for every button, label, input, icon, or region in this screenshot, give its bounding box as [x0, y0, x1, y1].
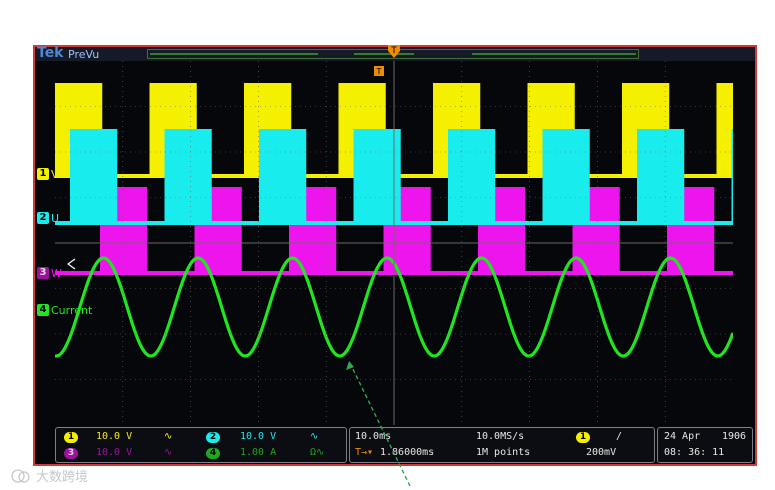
- trigger-marker-icon: T: [374, 66, 384, 76]
- channel-scale-panel[interactable]: 1 10.0 V ∿ 2 10.0 V ∿ 3 10.0 V ∿ 4 1.00 …: [55, 427, 347, 463]
- ch3-coupling-icon: ∿: [164, 447, 173, 458]
- ch3-marker[interactable]: 3W: [37, 267, 62, 280]
- brand-logo: Tek: [37, 45, 64, 61]
- ch2-number: 2: [37, 212, 49, 224]
- ch3-pill: 3: [64, 448, 78, 459]
- sample-rate: 10.0MS/s: [476, 431, 525, 442]
- oscilloscope-display: Tek PreVu T T 1V 2U 3W 4 Current 1 10.0 …: [33, 45, 757, 466]
- ch2-label: U: [51, 212, 60, 225]
- ch1-marker[interactable]: 1V: [37, 168, 59, 181]
- collapse-chevron-icon: [66, 258, 76, 270]
- ch4-scale: 1.00 A: [240, 447, 277, 458]
- ch3-label: W: [51, 267, 62, 280]
- ch2-marker[interactable]: 2U: [37, 212, 59, 225]
- trigger-position: 1.86000ms: [380, 447, 435, 458]
- ch2-pill: 2: [206, 432, 220, 443]
- ch2-coupling-icon: ∿: [310, 431, 319, 442]
- ch3-number: 3: [37, 267, 49, 279]
- time: 08: 36: 11: [664, 447, 725, 458]
- ch1-number: 1: [37, 168, 49, 180]
- ch4-probe-icon: Ω∿: [310, 447, 325, 458]
- ch4-label: Current: [51, 304, 93, 317]
- datetime-panel: 24 Apr 1906 08: 36: 11: [657, 427, 753, 463]
- record-length: 1M points: [476, 447, 531, 458]
- ch3-scale: 10.0 V: [96, 447, 133, 458]
- trigger-position-icon[interactable]: T: [387, 44, 401, 60]
- ch1-pill: 1: [64, 432, 78, 443]
- svg-text:T: T: [376, 67, 382, 76]
- trigger-slope-icon: /: [616, 431, 623, 442]
- ch1-scale: 10.0 V: [96, 431, 133, 442]
- trigger-level: 200mV: [586, 447, 617, 458]
- waveform-graticule: T: [55, 61, 733, 425]
- trigger-source-pill: 1: [576, 432, 590, 443]
- trigger-position-icon-small: T→▾: [355, 447, 374, 458]
- ch1-label: V: [51, 168, 59, 181]
- date: 24 Apr: [664, 431, 701, 442]
- status-bar: Tek PreVu T: [35, 44, 755, 61]
- ch4-number: 4: [37, 304, 49, 316]
- ch4-marker[interactable]: 4 Current: [37, 304, 92, 317]
- watermark-text: 大数跨境: [36, 470, 89, 485]
- timebase-trigger-panel[interactable]: 10.0ms 10.0MS/s 1 / T→▾ 1.86000ms 1M poi…: [349, 427, 655, 463]
- ch1-coupling-icon: ∿: [164, 431, 173, 442]
- readout-panel: 1 10.0 V ∿ 2 10.0 V ∿ 3 10.0 V ∿ 4 1.00 …: [55, 427, 753, 464]
- ch4-pill: 4: [206, 448, 220, 459]
- year: 1906: [722, 431, 747, 442]
- wechat-logo-icon: [11, 469, 30, 483]
- ch2-scale: 10.0 V: [240, 431, 277, 442]
- acquisition-mode: PreVu: [68, 48, 100, 61]
- timebase: 10.0ms: [355, 431, 392, 442]
- svg-text:T: T: [390, 46, 397, 56]
